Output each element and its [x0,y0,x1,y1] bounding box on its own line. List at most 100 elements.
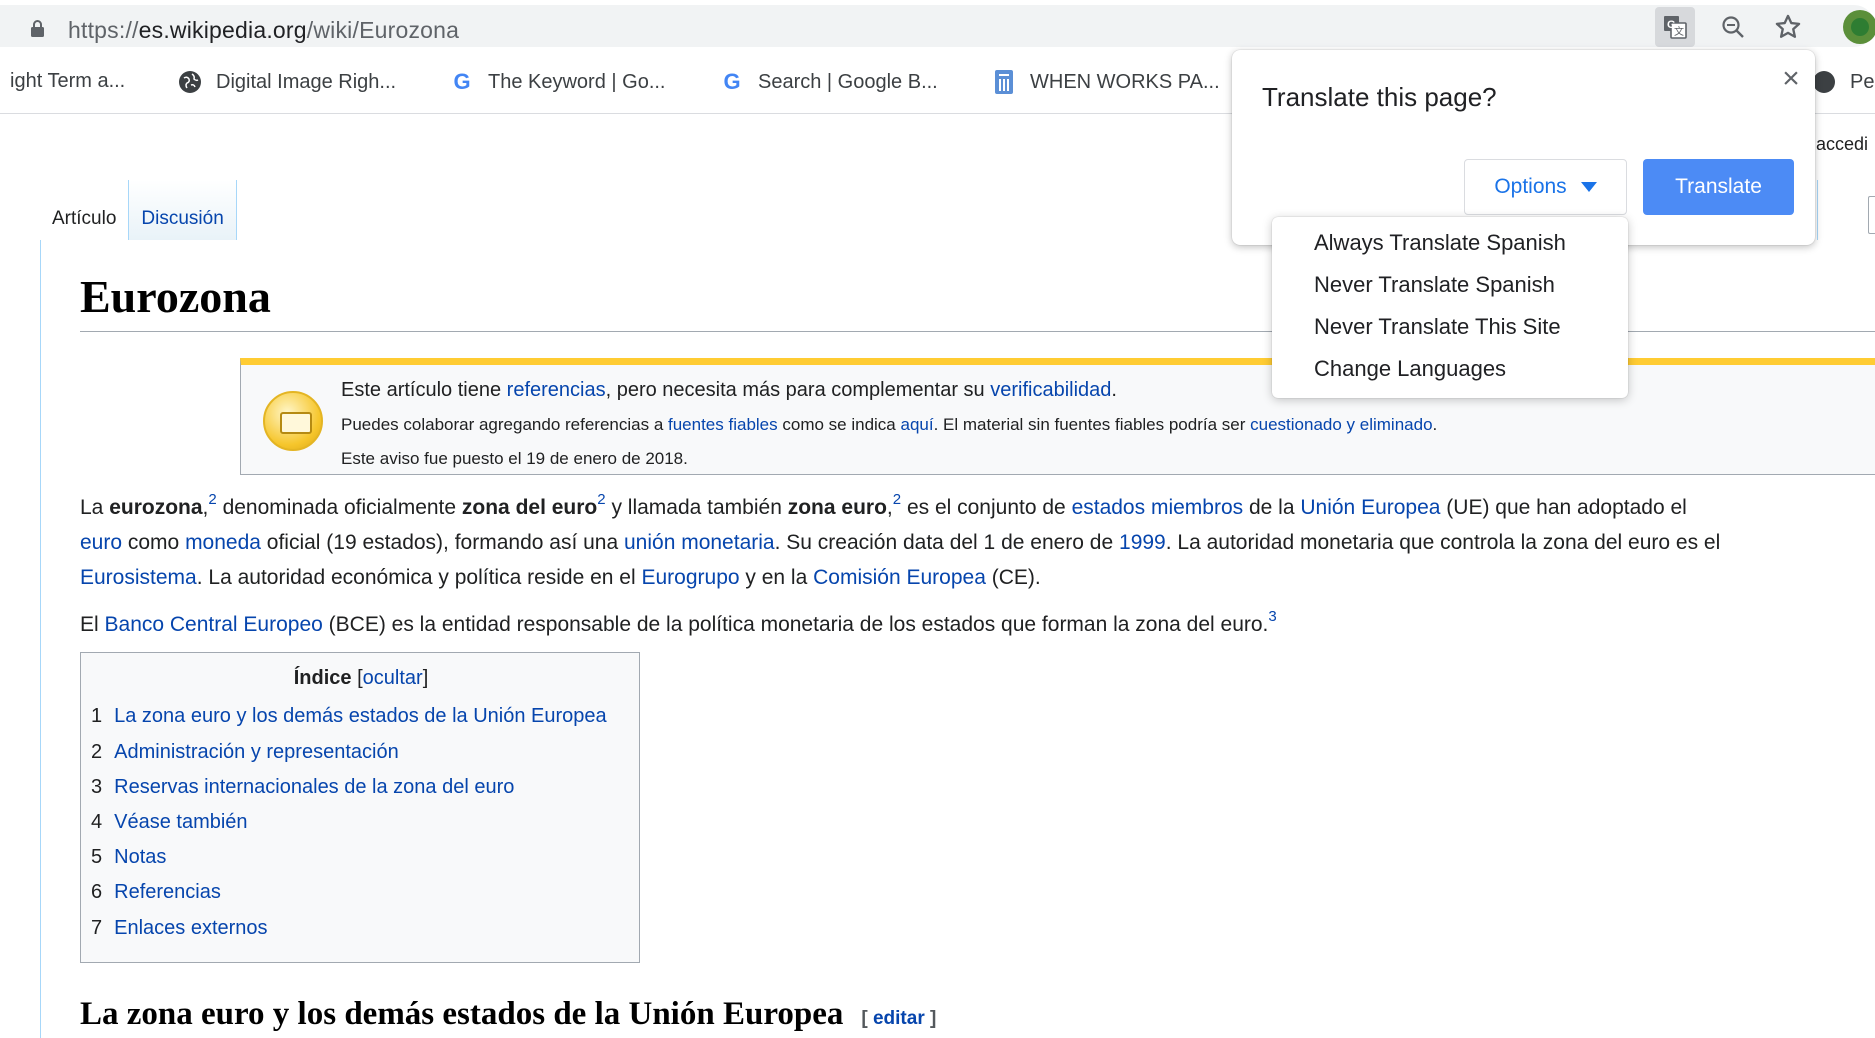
bookmark-label: The Keyword | Go... [488,70,666,93]
toc-number: 3 [91,776,103,798]
table-of-contents: Índice [ocultar] 1 La zona euro y los dem… [80,652,640,963]
toc-number: 2 [91,741,103,763]
translate-button[interactable]: Translate [1643,159,1794,215]
text: La [80,496,110,519]
link-cuestionado[interactable]: cuestionado y eliminado [1250,415,1432,434]
link-union-europea[interactable]: Unión Europea [1300,496,1440,519]
options-button[interactable]: Options [1464,159,1627,215]
toc-number: 1 [91,705,103,727]
toc-hide-link[interactable]: ocultar [363,667,423,689]
toc-item[interactable]: 7 Enlaces externos [91,917,268,940]
link-banco-central-europeo[interactable]: Banco Central Europeo [105,613,323,636]
menu-item-never-translate-site[interactable]: Never Translate This Site [1314,314,1561,340]
tab-discussion[interactable]: Discusión [129,180,237,242]
text: denominada oficialmente [222,496,462,519]
bold-term: zona euro [787,496,887,519]
tab-article[interactable]: Artículo [40,180,130,242]
text: . Su creación data del 1 de enero de [774,531,1120,554]
intro-paragraph-line-2: euro como moneda oficial (19 estados), f… [80,525,1875,560]
search-box-edge[interactable] [1868,196,1875,234]
link-aqui[interactable]: aquí [900,415,933,434]
translate-icon[interactable]: G 文 [1655,7,1695,47]
toc-link[interactable]: Reservas internacionales de la zona del … [114,776,514,798]
text: (UE) que han adoptado el [1440,496,1687,519]
toc-item[interactable]: 3 Reservas internacionales de la zona del… [91,776,514,799]
text: . La autoridad económica y política resi… [196,566,642,589]
reference-link[interactable]: 2 [597,491,605,508]
menu-item-never-translate-language[interactable]: Never Translate Spanish [1314,272,1555,298]
edit-link[interactable]: editar [873,1008,925,1029]
bookmark-item[interactable]: WHEN WORKS PA... [992,70,1220,94]
toc-number: 6 [91,881,103,903]
toc-number: 4 [91,811,103,833]
bookmark-star-icon[interactable] [1767,6,1809,48]
link-1999[interactable]: 1999 [1119,531,1166,554]
toc-item[interactable]: 5 Notas [91,846,166,869]
page-title: Eurozona [80,271,271,322]
personal-tools-link[interactable]: accedi [1816,134,1868,155]
link-union-monetaria[interactable]: unión monetaria [624,531,775,554]
lock-icon[interactable] [30,20,45,37]
link-fuentes-fiables[interactable]: fuentes fiables [668,415,778,434]
link-referencias[interactable]: referencias [507,379,606,401]
link-estados-miembros[interactable]: estados miembros [1072,496,1244,519]
text: y en la [739,566,814,589]
bold-term: zona del euro [461,496,598,519]
section-heading: La zona euro y los demás estados de la U… [80,996,936,1033]
bookmark-item[interactable]: G The Keyword | Go... [450,69,666,94]
profile-avatar[interactable] [1843,10,1875,44]
url-text[interactable]: https://es.wikipedia.org/wiki/Eurozona [68,17,459,44]
options-menu: Always Translate Spanish Never Translate… [1272,217,1628,398]
link-comision-europea[interactable]: Comisión Europea [813,566,986,589]
text: como [122,531,186,554]
toc-link[interactable]: Administración y representación [114,741,399,763]
section-edit: [ editar ] [861,1008,937,1029]
toc-link[interactable]: Notas [114,846,166,868]
globe-icon [178,70,202,94]
address-bar[interactable]: https://es.wikipedia.org/wiki/Eurozona [0,5,1875,47]
text: (BCE) es la entidad responsable de la po… [322,613,1269,636]
text: (CE). [985,566,1041,589]
bookmark-item[interactable]: G Search | Google B... [720,69,938,94]
toc-link[interactable]: Referencias [114,881,221,903]
close-icon[interactable]: × [1776,64,1806,94]
bookmark-label: Search | Google B... [758,70,938,93]
menu-item-change-languages[interactable]: Change Languages [1314,356,1506,382]
bookmark-item[interactable]: ight Term a... [10,70,125,93]
bookmark-item[interactable]: Pec [1812,70,1875,94]
menu-item-always-translate[interactable]: Always Translate Spanish [1314,230,1566,256]
link-verificabilidad[interactable]: verificabilidad [990,379,1111,401]
toc-item[interactable]: 6 Referencias [91,881,221,904]
notice-text: Este artículo tiene [341,379,507,401]
toc-item[interactable]: 1 La zona euro y los demás estados de la … [91,705,607,728]
bookmark-label: Pec [1850,70,1875,93]
toc-link[interactable]: La zona euro y los demás estados de la U… [114,705,607,727]
toc-link[interactable]: Enlaces externos [114,917,267,939]
bold-term: eurozona [109,496,203,519]
bookmark-item[interactable]: Digital Image Righ... [178,70,396,94]
section-heading-text: La zona euro y los demás estados de la U… [80,996,844,1032]
text: oficial (19 estados), formando así una [260,531,624,554]
translate-popup: Translate this page? × Options Translate [1232,50,1815,245]
reference-link[interactable]: 2 [893,491,901,508]
notice-text: . El material sin fuentes fiables podría… [933,415,1251,434]
url-host: es.wikipedia.org [138,17,307,43]
link-eurosistema[interactable]: Eurosistema [80,566,197,589]
text: y llamada también [611,496,788,519]
text: es el conjunto de [906,496,1072,519]
toc-title: Índice [293,667,352,689]
reference-link[interactable]: 2 [208,491,216,508]
link-eurogrupo[interactable]: Eurogrupo [641,566,739,589]
toc-link[interactable]: Véase también [114,811,247,833]
notice-line-2: Puedes colaborar agregando referencias a… [341,415,1437,435]
toc-item[interactable]: 4 Véase también [91,811,248,834]
toc-item[interactable]: 2 Administración y representación [91,741,399,764]
bookmark-label: ight Term a... [10,70,126,92]
book-icon [263,391,323,451]
verification-notice: Este artículo tiene referencias, pero ne… [240,358,1875,475]
chevron-down-icon [1580,182,1597,192]
zoom-out-icon[interactable] [1712,6,1754,48]
reference-link[interactable]: 3 [1268,608,1276,625]
link-moneda[interactable]: moneda [185,531,261,554]
link-euro[interactable]: euro [80,531,122,554]
